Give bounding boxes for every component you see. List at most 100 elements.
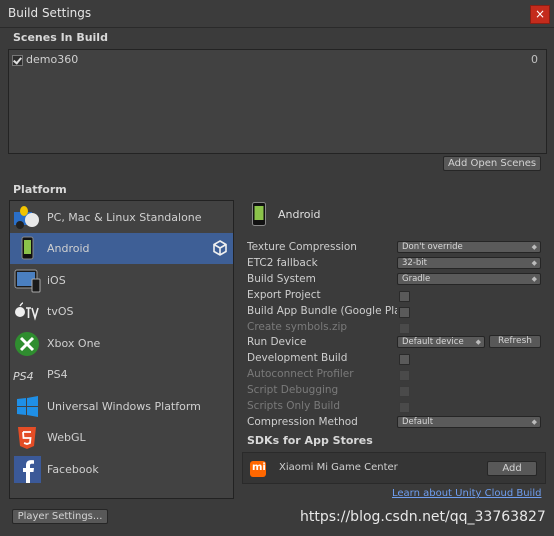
build-system-row: Build System Gradle ◆ [247, 273, 547, 287]
development-build-label: Development Build [247, 352, 348, 364]
build-system-value: Gradle [402, 274, 431, 284]
platform-settings-title: Android [278, 208, 321, 221]
close-icon: × [534, 7, 546, 21]
html5-icon [18, 427, 36, 449]
player-settings-button[interactable]: Player Settings... [12, 509, 108, 524]
script-debugging-checkbox [399, 386, 410, 397]
texture-compression-value: Don't override [402, 242, 463, 252]
scripts-only-build-checkbox [399, 402, 410, 413]
android-device-icon [252, 202, 266, 226]
script-debugging-label: Script Debugging [247, 384, 339, 396]
refresh-button[interactable]: Refresh [489, 335, 541, 348]
tvos-icon [15, 302, 39, 321]
build-app-bundle-label: Build App Bundle (Google Play) [247, 305, 397, 317]
platform-label: iOS [47, 274, 66, 287]
scene-name: demo360 [26, 53, 79, 66]
platform-item-uwp[interactable]: Universal Windows Platform [10, 391, 233, 422]
platform-label: PC, Mac & Linux Standalone [47, 211, 202, 224]
platform-label: tvOS [47, 305, 74, 318]
title-bar: Build Settings × [0, 0, 554, 28]
scenes-list[interactable]: demo360 0 [8, 49, 547, 154]
etc2-fallback-row: ETC2 fallback 32-bit ◆ [247, 257, 547, 271]
development-build-checkbox[interactable] [399, 354, 410, 365]
platform-header: Platform [13, 183, 67, 196]
platform-item-ios[interactable]: iOS [10, 265, 233, 296]
compression-method-row: Compression Method Default ◆ [247, 416, 547, 430]
close-button[interactable]: × [530, 5, 550, 24]
xiaomi-icon: mi [250, 461, 266, 477]
sdk-item-xiaomi: mi Xiaomi Mi Game Center Add [242, 452, 546, 484]
create-symbols-label: Create symbols.zip [247, 321, 348, 333]
sdk-add-button[interactable]: Add [487, 461, 537, 476]
autoconnect-profiler-checkbox [399, 370, 410, 381]
platform-label: Universal Windows Platform [47, 400, 201, 413]
platform-list: PC, Mac & Linux Standalone Android iOS t… [9, 200, 234, 499]
platform-item-webgl[interactable]: WebGL [10, 422, 233, 453]
window-title: Build Settings [8, 6, 92, 20]
dropdown-arrow-icon: ◆ [475, 338, 481, 346]
export-project-row: Export Project [247, 289, 547, 303]
compression-method-dropdown[interactable]: Default ◆ [397, 416, 541, 428]
build-system-dropdown[interactable]: Gradle ◆ [397, 273, 541, 285]
platform-settings-panel: Android Texture Compression Don't overri… [242, 198, 547, 498]
autoconnect-profiler-row: Autoconnect Profiler [247, 368, 547, 382]
sdk-name: Xiaomi Mi Game Center [279, 462, 398, 473]
ios-icon [14, 269, 41, 293]
scene-index: 0 [531, 53, 538, 66]
texture-compression-dropdown[interactable]: Don't override ◆ [397, 241, 541, 253]
build-app-bundle-row: Build App Bundle (Google Play) [247, 305, 547, 319]
run-device-row: Run Device Default device ◆ Refresh [247, 335, 547, 350]
scene-checkbox[interactable] [12, 54, 23, 66]
create-symbols-row: Create symbols.zip [247, 321, 547, 335]
scenes-header: Scenes In Build [13, 31, 108, 44]
platform-item-android[interactable]: Android [10, 233, 233, 264]
xbox-icon [15, 332, 39, 356]
scene-row[interactable]: demo360 0 [12, 53, 542, 67]
sdks-header: SDKs for App Stores [247, 434, 373, 447]
compression-method-label: Compression Method [247, 416, 358, 428]
watermark-text: https://blog.csdn.net/qq_33763827 [300, 509, 546, 525]
scripts-only-build-row: Scripts Only Build [247, 400, 547, 414]
platform-item-xbox[interactable]: Xbox One [10, 328, 233, 359]
svg-text:PS4: PS4 [13, 370, 34, 383]
facebook-icon [14, 456, 41, 483]
ps4-icon: PS4 [13, 370, 34, 383]
autoconnect-profiler-label: Autoconnect Profiler [247, 368, 354, 380]
platform-label: Xbox One [47, 337, 101, 350]
dropdown-arrow-icon: ◆ [531, 418, 537, 426]
windows-icon [17, 396, 38, 417]
build-system-label: Build System [247, 273, 316, 285]
dropdown-arrow-icon: ◆ [531, 259, 537, 267]
unity-icon [213, 240, 227, 256]
android-icon [21, 236, 34, 260]
platform-label: Facebook [47, 463, 99, 476]
platform-label: PS4 [47, 368, 68, 381]
add-open-scenes-button[interactable]: Add Open Scenes [443, 156, 541, 171]
script-debugging-row: Script Debugging [247, 384, 547, 398]
development-build-row: Development Build [247, 352, 547, 366]
platform-item-tvos[interactable]: tvOS [10, 296, 233, 327]
run-device-dropdown[interactable]: Default device ◆ [397, 336, 485, 348]
run-device-value: Default device [402, 337, 464, 347]
platform-item-standalone[interactable]: PC, Mac & Linux Standalone [10, 202, 233, 233]
compression-method-value: Default [402, 417, 434, 427]
etc2-fallback-dropdown[interactable]: 32-bit ◆ [397, 257, 541, 269]
etc2-fallback-value: 32-bit [402, 258, 427, 268]
platform-label: Android [47, 242, 90, 255]
platform-label: WebGL [47, 431, 86, 444]
dropdown-arrow-icon: ◆ [531, 243, 537, 251]
cloud-build-link[interactable]: Learn about Unity Cloud Build [392, 488, 541, 499]
texture-compression-label: Texture Compression [247, 241, 357, 253]
build-app-bundle-checkbox[interactable] [399, 307, 410, 318]
run-device-label: Run Device [247, 336, 307, 348]
export-project-checkbox[interactable] [399, 291, 410, 302]
scripts-only-build-label: Scripts Only Build [247, 400, 341, 412]
platform-item-ps4[interactable]: PS4 PS4 [10, 359, 233, 390]
dropdown-arrow-icon: ◆ [531, 275, 537, 283]
etc2-fallback-label: ETC2 fallback [247, 257, 318, 269]
standalone-icon [14, 206, 39, 229]
platform-item-facebook[interactable]: Facebook [10, 454, 233, 485]
create-symbols-checkbox [399, 323, 410, 334]
export-project-label: Export Project [247, 289, 321, 301]
texture-compression-row: Texture Compression Don't override ◆ [247, 241, 547, 255]
